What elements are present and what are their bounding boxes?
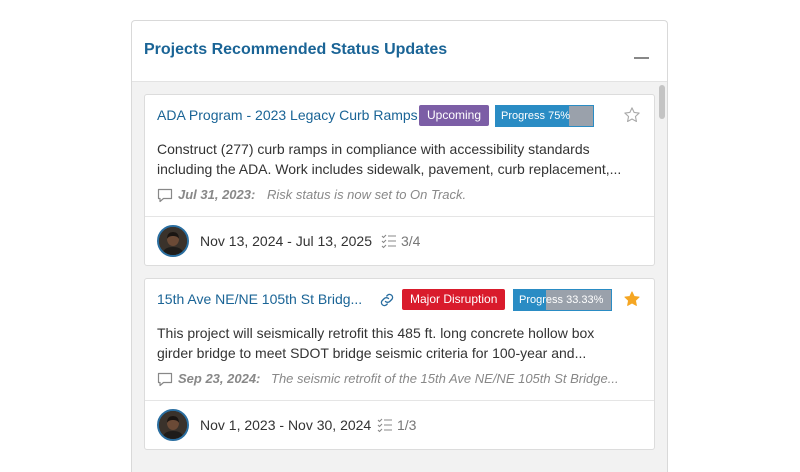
project-title-link[interactable]: ADA Program - 2023 Legacy Curb Ramps — [157, 107, 418, 123]
project-description: This project will seismically retrofit t… — [157, 323, 647, 363]
progress-bar: Progress 33.33% — [513, 289, 612, 311]
status-badge: Upcoming — [419, 105, 490, 126]
panel-title: Projects Recommended Status Updates — [144, 41, 448, 58]
panel-header: Projects Recommended Status Updates — [132, 21, 667, 82]
card-divider — [145, 400, 654, 401]
project-card: ADA Program - 2023 Legacy Curb Ramps Upc… — [144, 94, 655, 266]
tasks-count: 1/3 — [397, 417, 417, 433]
comment-icon — [157, 188, 173, 203]
panel-body: ADA Program - 2023 Legacy Curb Ramps Upc… — [132, 82, 667, 472]
card-header: 15th Ave NE/NE 105th St Bridg... Major D… — [157, 288, 642, 312]
latest-comment: Jul 31, 2023: Risk status is now set to … — [157, 186, 647, 206]
project-card: 15th Ave NE/NE 105th St Bridg... Major D… — [144, 278, 655, 450]
progress-label: Progress 75% — [501, 110, 571, 122]
scrollbar-thumb[interactable] — [659, 85, 665, 119]
star-outline-icon[interactable] — [623, 106, 641, 124]
date-range: Nov 13, 2024 - Jul 13, 2025 — [200, 233, 373, 249]
collapse-button[interactable] — [634, 57, 649, 59]
description-line: This project will seismically retrofit t… — [157, 325, 595, 341]
card-divider — [145, 216, 654, 217]
description-line: Construct (277) curb ramps in compliance… — [157, 141, 590, 157]
star-filled-icon[interactable] — [623, 290, 641, 308]
checklist-icon — [381, 234, 396, 249]
latest-comment: Sep 23, 2024: The seismic retrofit of th… — [157, 370, 647, 390]
link-icon[interactable] — [378, 291, 396, 309]
status-badge: Major Disruption — [402, 289, 506, 310]
description-line: including the ADA. Work includes sidewal… — [157, 161, 622, 177]
comment-text: The seismic retrofit of the 15th Ave NE/… — [271, 371, 619, 386]
comment-date: Jul 31, 2023: — [178, 187, 256, 202]
recommended-status-panel: Projects Recommended Status Updates ADA … — [131, 20, 668, 472]
avatar[interactable] — [157, 409, 189, 441]
comment-date: Sep 23, 2024: — [178, 371, 261, 386]
date-range: Nov 1, 2023 - Nov 30, 2024 — [200, 417, 372, 433]
project-description: Construct (277) curb ramps in compliance… — [157, 139, 647, 179]
project-title-link[interactable]: 15th Ave NE/NE 105th St Bridg... — [157, 291, 362, 307]
tasks-count: 3/4 — [401, 233, 421, 249]
checklist-icon — [377, 418, 392, 433]
person-avatar-icon — [159, 411, 187, 439]
card-header: ADA Program - 2023 Legacy Curb Ramps Upc… — [157, 104, 642, 128]
progress-label: Progress 33.33% — [519, 294, 604, 306]
description-line: girder bridge to meet SDOT bridge seismi… — [157, 345, 587, 361]
progress-bar: Progress 75% — [495, 105, 594, 127]
avatar[interactable] — [157, 225, 189, 257]
comment-text: Risk status is now set to On Track. — [267, 187, 467, 202]
person-avatar-icon — [159, 227, 187, 255]
comment-icon — [157, 372, 173, 387]
